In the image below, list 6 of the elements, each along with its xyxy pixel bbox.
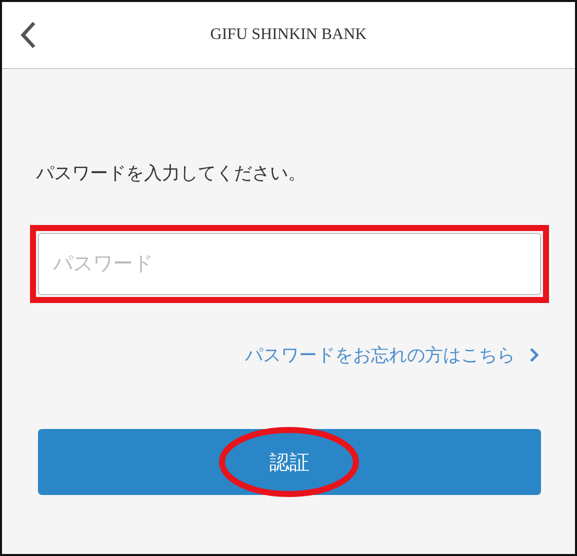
- authenticate-button[interactable]: 認証: [38, 429, 541, 495]
- forgot-password-link[interactable]: パスワードをお忘れの方はこちら: [245, 343, 515, 367]
- password-field[interactable]: パスワード: [38, 233, 541, 295]
- chevron-icon: [529, 347, 539, 363]
- header-title: GIFU SHINKIN BANK: [210, 26, 367, 44]
- prompt-text: パスワードを入力してください。: [36, 162, 307, 185]
